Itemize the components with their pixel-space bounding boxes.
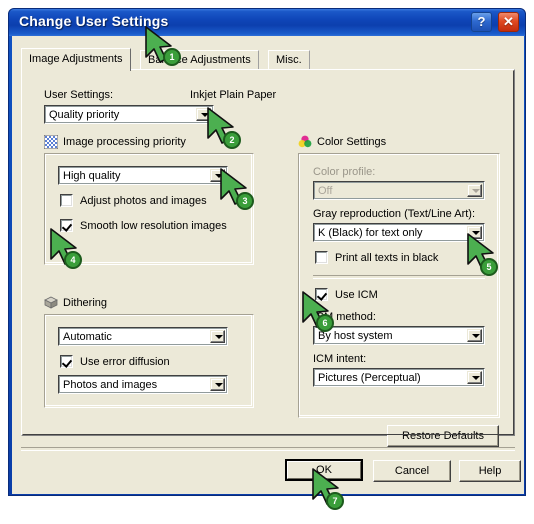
tab-strip: Image Adjustments Balance Adjustments Mi…: [21, 48, 515, 71]
help-titlebar-icon[interactable]: ?: [471, 12, 492, 32]
annotation-cursor-1: [145, 26, 172, 63]
cube-stack-icon: [44, 296, 58, 310]
color-profile-label: Color profile:: [313, 166, 376, 178]
image-quality-combo-inner: High quality: [59, 167, 227, 184]
color-profile-combo-inner: Off: [314, 182, 484, 199]
dithering-mode-combo[interactable]: Automatic: [58, 327, 228, 346]
icm-intent-combo-inner: Pictures (Perceptual): [314, 369, 484, 386]
chevron-down-icon: [471, 188, 480, 193]
chevron-down-icon: [471, 375, 480, 380]
adjust-photos-checkbox[interactable]: [60, 194, 73, 207]
image-quality-combo[interactable]: High quality: [58, 166, 228, 185]
icm-method-combo-arrow[interactable]: [467, 329, 482, 342]
icm-intent-combo-arrow[interactable]: [467, 371, 482, 384]
gray-reproduction-label: Gray reproduction (Text/Line Art):: [313, 208, 476, 220]
color-profile-combo: Off: [313, 181, 485, 200]
icm-intent-label: ICM intent:: [313, 353, 367, 365]
color-profile-combo-value: Off: [318, 185, 333, 197]
smooth-low-resolution-label: Smooth low resolution images: [80, 220, 227, 232]
dithering-label: Dithering: [63, 297, 108, 309]
annotation-badge-1: 1: [163, 48, 181, 66]
user-settings-combo[interactable]: Quality priority: [44, 105, 214, 124]
image-quality-combo-value: High quality: [63, 170, 121, 182]
chevron-down-icon: [471, 333, 480, 338]
cancel-button[interactable]: Cancel: [373, 460, 451, 482]
gray-reproduction-combo[interactable]: K (Black) for text only: [313, 223, 485, 242]
dithering-mode-combo-inner: Automatic: [59, 328, 227, 345]
annotation-badge-4: 4: [64, 251, 82, 269]
tab-image-adjustments[interactable]: Image Adjustments: [21, 48, 131, 71]
chevron-down-icon: [214, 382, 223, 387]
color-settings-label: Color Settings: [317, 136, 387, 148]
paper-type-label: Inkjet Plain Paper: [190, 89, 277, 101]
help-button[interactable]: Help: [459, 460, 521, 482]
adjust-photos-label: Adjust photos and images: [80, 195, 207, 207]
icm-intent-combo-value: Pictures (Perceptual): [318, 372, 421, 384]
dithering-mode-combo-arrow[interactable]: [210, 330, 225, 343]
chevron-down-icon: [214, 334, 223, 339]
dithering-target-combo-inner: Photos and images: [59, 376, 227, 393]
color-profile-combo-arrow: [467, 184, 482, 197]
gray-reproduction-combo-value: K (Black) for text only: [318, 227, 423, 239]
tab-misc[interactable]: Misc.: [268, 50, 310, 70]
annotation-badge-5: 5: [480, 258, 498, 276]
icm-intent-combo[interactable]: Pictures (Perceptual): [313, 368, 485, 387]
gray-reproduction-combo-inner: K (Black) for text only: [314, 224, 484, 241]
tab-page-image-adjustments: User Settings: Inkjet Plain Paper Qualit…: [21, 69, 515, 447]
color-settings-divider: [313, 275, 485, 279]
user-settings-combo-inner: Quality priority: [45, 106, 213, 123]
dithering-mode-combo-value: Automatic: [63, 331, 112, 343]
color-wheel-icon: [298, 135, 312, 149]
footer-separator: [21, 447, 515, 451]
annotation-badge-6: 6: [316, 314, 334, 332]
annotation-badge-3: 3: [236, 192, 254, 210]
dithering-target-combo[interactable]: Photos and images: [58, 375, 228, 394]
annotation-badge-2: 2: [223, 131, 241, 149]
annotation-badge-7: 7: [326, 492, 344, 510]
title-bar[interactable]: Change User Settings ? ✕: [9, 9, 525, 36]
dithering-target-combo-value: Photos and images: [63, 379, 158, 391]
dither-pattern-icon: [43, 134, 59, 150]
image-processing-priority-label: Image processing priority: [63, 136, 186, 148]
use-error-diffusion-label: Use error diffusion: [80, 356, 170, 368]
use-error-diffusion-checkbox[interactable]: [60, 355, 73, 368]
dithering-target-combo-arrow[interactable]: [210, 378, 225, 391]
restore-defaults-button[interactable]: Restore Defaults: [387, 425, 499, 447]
user-settings-combo-value: Quality priority: [49, 109, 120, 121]
print-all-texts-checkbox[interactable]: [315, 251, 328, 264]
user-settings-label: User Settings:: [44, 89, 114, 101]
close-icon[interactable]: ✕: [498, 12, 519, 32]
print-all-texts-label: Print all texts in black: [335, 252, 439, 264]
